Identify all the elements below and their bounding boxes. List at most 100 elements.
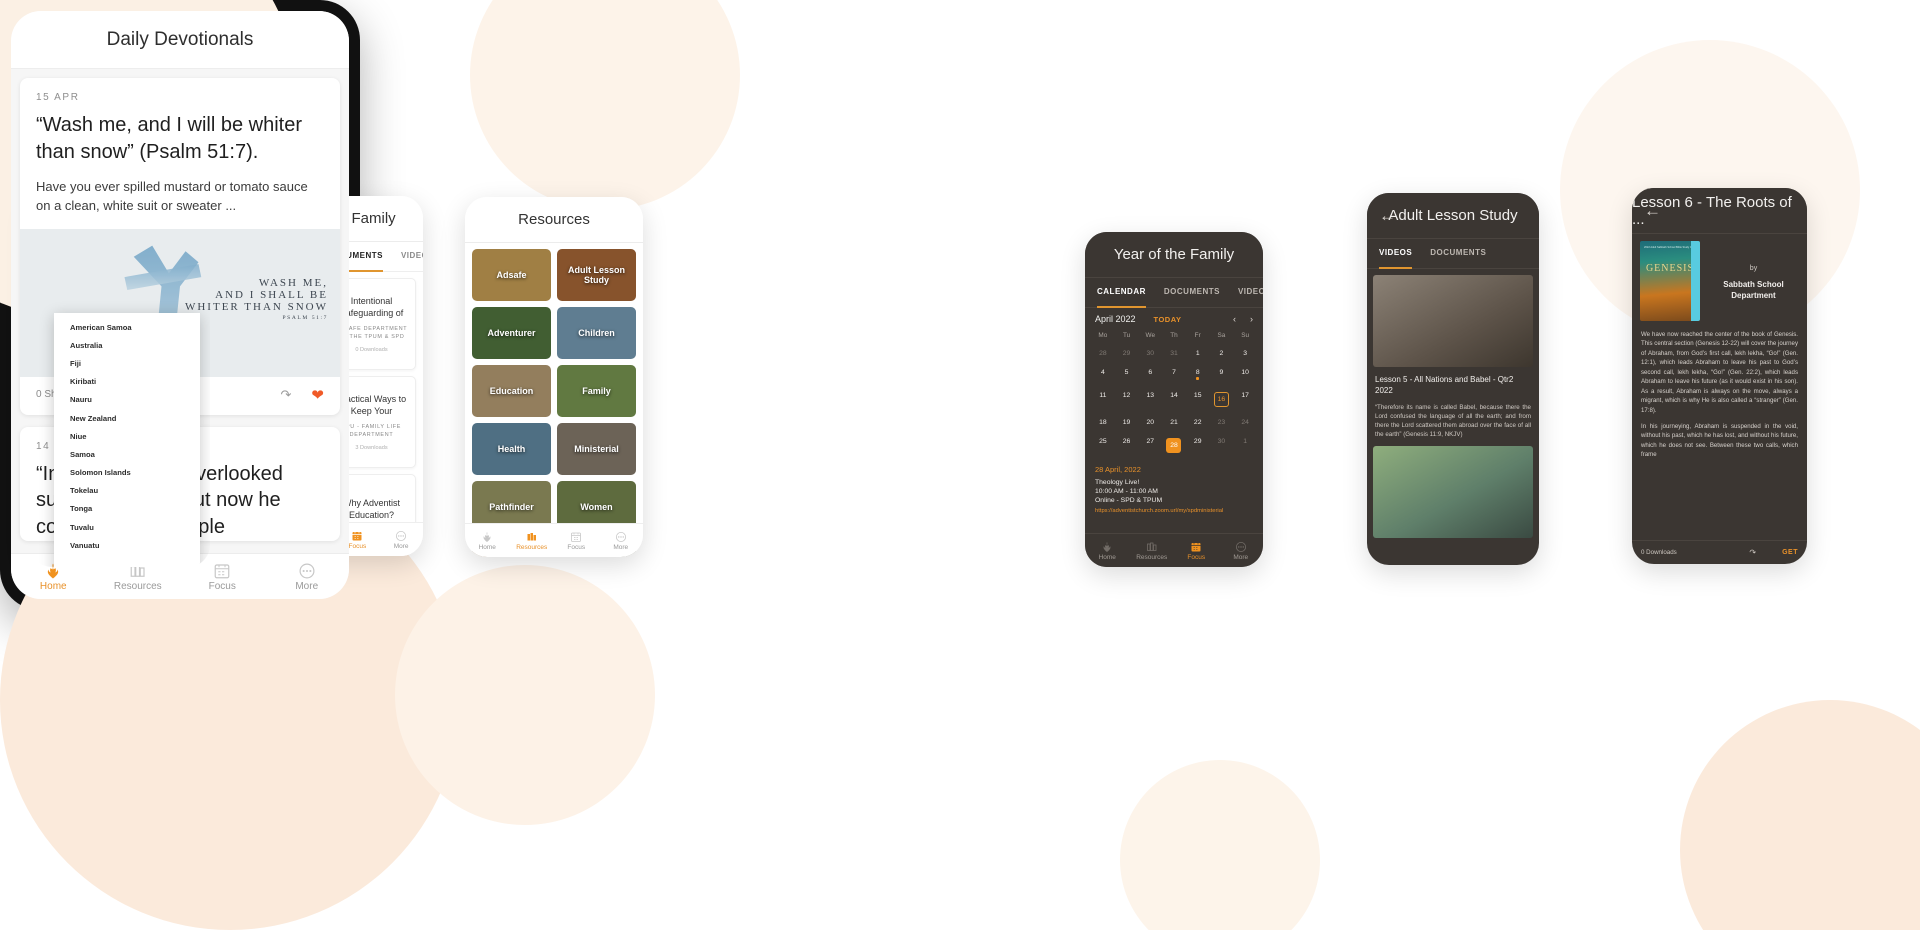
- country-option[interactable]: Samoa: [54, 445, 200, 463]
- resource-tile[interactable]: Children: [557, 307, 636, 359]
- calendar-day[interactable]: 2: [1210, 346, 1234, 361]
- calendar-day[interactable]: 1: [1186, 346, 1210, 361]
- calendar-month-label: April 2022: [1095, 314, 1136, 324]
- tab-bar[interactable]: CALENDAR DOCUMENTS VIDEOS BIBLE STUDY: [1085, 278, 1263, 308]
- calendar-day[interactable]: 27: [1138, 434, 1162, 457]
- calendar-day-selected[interactable]: 28: [1162, 434, 1186, 457]
- calendar-day[interactable]: 22: [1186, 415, 1210, 430]
- calendar-dow: Su: [1241, 332, 1250, 339]
- country-option[interactable]: American Samoa: [54, 318, 200, 336]
- resource-tile[interactable]: Adsafe: [472, 249, 551, 301]
- calendar-day[interactable]: 13: [1138, 388, 1162, 411]
- share-icon[interactable]: ↷: [1749, 548, 1756, 557]
- calendar-day[interactable]: 20: [1138, 415, 1162, 430]
- calendar-day[interactable]: 11: [1091, 388, 1115, 411]
- tab-bar[interactable]: VIDEOS DOCUMENTS: [1367, 239, 1539, 269]
- nav-item-more[interactable]: More: [599, 531, 644, 551]
- calendar-day[interactable]: 25: [1091, 434, 1115, 457]
- calendar-day[interactable]: 30: [1210, 434, 1234, 457]
- calendar-day[interactable]: 1: [1233, 434, 1257, 457]
- resource-tile[interactable]: Ministerial: [557, 423, 636, 475]
- bottom-navigation[interactable]: Home Resources Focus More: [465, 523, 643, 557]
- calendar-day[interactable]: 31: [1162, 346, 1186, 361]
- calendar-dow: Mo: [1098, 332, 1108, 339]
- event-date: 28 April, 2022: [1095, 465, 1141, 474]
- calendar-grid[interactable]: Mo Tu We Th Fr Sa Su 28 29 30 31 1 2 3 4…: [1085, 326, 1263, 457]
- country-option[interactable]: Australia: [54, 336, 200, 354]
- calendar-day[interactable]: 18: [1091, 415, 1115, 430]
- resource-tile[interactable]: Family: [557, 365, 636, 417]
- country-option[interactable]: Fiji: [54, 354, 200, 372]
- country-option[interactable]: Solomon Islands: [54, 464, 200, 482]
- video-thumbnail[interactable]: [1373, 445, 1533, 538]
- heart-icon[interactable]: ❤: [311, 386, 324, 404]
- nav-item-more[interactable]: More: [265, 562, 350, 592]
- calendar-day[interactable]: 3: [1233, 346, 1257, 361]
- calendar-day[interactable]: 19: [1115, 415, 1139, 430]
- arrow-left-icon[interactable]: ←: [1644, 201, 1661, 221]
- calendar-day[interactable]: 9: [1210, 365, 1234, 384]
- page-title: Daily Devotionals: [106, 28, 254, 50]
- resource-tile[interactable]: Adult Lesson Study: [557, 249, 636, 301]
- calendar-day[interactable]: 29: [1115, 346, 1139, 361]
- country-option[interactable]: Vanuatu: [54, 536, 200, 554]
- resource-tile[interactable]: Adventurer: [472, 307, 551, 359]
- resource-tile[interactable]: Health: [472, 423, 551, 475]
- nav-item-resources[interactable]: Resources: [1130, 541, 1175, 561]
- calendar-day[interactable]: 15: [1186, 388, 1210, 411]
- event-link[interactable]: https://adventistchurch.zoom.url/my/spdm…: [1085, 505, 1263, 517]
- calendar-day[interactable]: 10: [1233, 365, 1257, 384]
- resource-label: Adult Lesson Study: [567, 264, 625, 285]
- share-icon[interactable]: ↷: [281, 387, 292, 403]
- bottom-navigation[interactable]: Home Resources Focus More: [1085, 533, 1263, 567]
- calendar-day[interactable]: 7: [1162, 365, 1186, 384]
- calendar-day[interactable]: 23: [1210, 415, 1234, 430]
- calendar-day-today[interactable]: 16: [1210, 388, 1234, 411]
- nav-item-home[interactable]: Home: [1085, 541, 1130, 561]
- calendar-day[interactable]: 28: [1091, 346, 1115, 361]
- calendar-day[interactable]: 24: [1233, 415, 1257, 430]
- calendar-day[interactable]: 6: [1138, 365, 1162, 384]
- tab-calendar[interactable]: CALENDAR: [1097, 278, 1146, 308]
- calendar-day-with-event[interactable]: 8: [1186, 365, 1210, 384]
- nav-item-more[interactable]: More: [1219, 541, 1264, 561]
- resource-label: Women: [580, 501, 613, 512]
- calendar-day[interactable]: 14: [1162, 388, 1186, 411]
- chevron-right-icon[interactable]: ›: [1250, 314, 1253, 324]
- calendar-day[interactable]: 29: [1186, 434, 1210, 457]
- resource-tile[interactable]: Education: [472, 365, 551, 417]
- chevron-left-icon[interactable]: ‹: [1233, 314, 1236, 324]
- resource-label: Adsafe: [496, 269, 527, 280]
- nav-item-focus[interactable]: Focus: [554, 531, 599, 551]
- tab-documents[interactable]: DOCUMENTS: [1430, 239, 1486, 269]
- video-thumbnail[interactable]: [1373, 275, 1533, 367]
- country-option[interactable]: Tonga: [54, 500, 200, 518]
- calendar-day[interactable]: 12: [1115, 388, 1139, 411]
- resource-label: Ministerial: [574, 443, 619, 454]
- tab-videos[interactable]: VIDEOS: [1238, 278, 1263, 308]
- calendar-day[interactable]: 17: [1233, 388, 1257, 411]
- nav-item-more[interactable]: More: [379, 530, 423, 550]
- get-button[interactable]: GET: [1782, 549, 1798, 556]
- tab-documents[interactable]: DOCUMENTS: [1164, 278, 1220, 308]
- country-dropdown-menu[interactable]: American Samoa Australia Fiji Kiribati N…: [54, 313, 200, 567]
- nav-item-focus[interactable]: Focus: [1174, 541, 1219, 561]
- calendar-day[interactable]: 4: [1091, 365, 1115, 384]
- event-time: 10:00 AM - 11:00 AM: [1095, 488, 1158, 495]
- arrow-left-icon[interactable]: ←: [1379, 206, 1396, 226]
- nav-item-resources[interactable]: Resources: [510, 531, 555, 551]
- calendar-day[interactable]: 21: [1162, 415, 1186, 430]
- country-option[interactable]: Kiribati: [54, 373, 200, 391]
- tab-videos[interactable]: VIDEOS: [401, 242, 423, 272]
- calendar-day[interactable]: 30: [1138, 346, 1162, 361]
- tab-videos[interactable]: VIDEOS: [1379, 239, 1413, 269]
- country-option[interactable]: Tuvalu: [54, 518, 200, 536]
- country-option[interactable]: New Zealand: [54, 409, 200, 427]
- calendar-day[interactable]: 5: [1115, 365, 1139, 384]
- country-option[interactable]: Nauru: [54, 391, 200, 409]
- today-button[interactable]: TODAY: [1154, 315, 1182, 324]
- calendar-day[interactable]: 26: [1115, 434, 1139, 457]
- nav-item-home[interactable]: Home: [465, 531, 510, 551]
- country-option[interactable]: Niue: [54, 427, 200, 445]
- country-option[interactable]: Tokelau: [54, 482, 200, 500]
